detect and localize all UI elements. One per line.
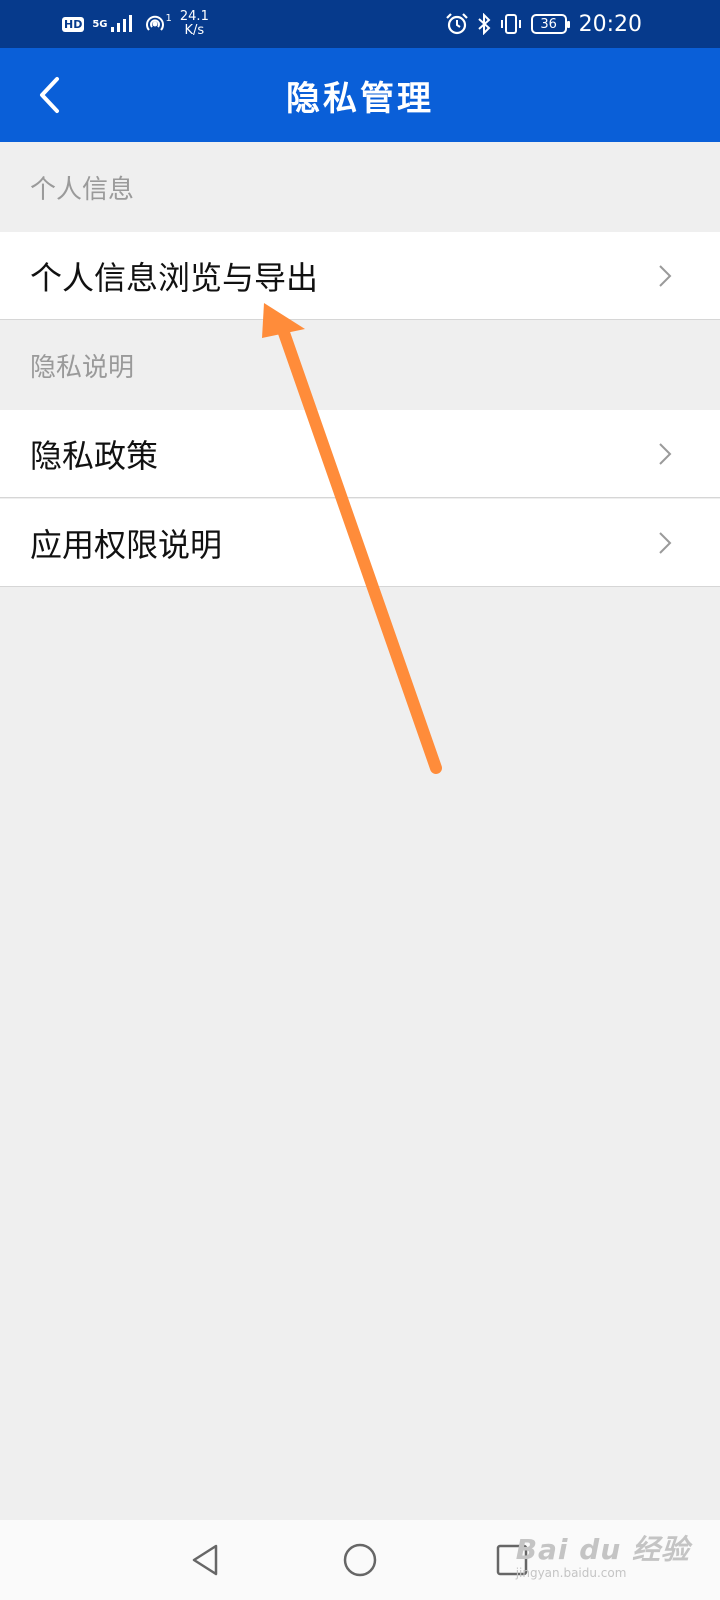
section-header-personal-info: 个人信息 <box>30 174 135 205</box>
chevron-right-icon <box>659 532 672 554</box>
nav-home-button[interactable] <box>338 1538 382 1582</box>
signal-bars-icon <box>110 15 132 32</box>
page-title: 隐私管理 <box>286 78 434 119</box>
circle-home-icon <box>343 1543 377 1577</box>
network-type-label: 5G <box>92 18 108 30</box>
network-speed: 24.1 K/s <box>180 10 209 38</box>
hd-icon: HD <box>62 16 85 32</box>
speed-value: 24.1 <box>179 9 209 24</box>
status-right: 36 20:20 <box>445 12 642 37</box>
status-left: HD 5G 1 24.1 K/s <box>62 10 209 38</box>
row-label: 隐私政策 <box>30 436 159 475</box>
triangle-back-icon <box>192 1544 218 1576</box>
row-app-permissions[interactable]: 应用权限说明 <box>0 499 720 587</box>
alarm-icon <box>445 13 469 35</box>
hotspot-icon: 1 <box>144 13 172 35</box>
nav-back-button[interactable] <box>184 1538 228 1582</box>
back-arrow-icon <box>40 77 59 113</box>
bluetooth-icon <box>477 13 491 35</box>
watermark-main: Bai du 经验 <box>515 1533 690 1566</box>
watermark-sub: jingyan.baidu.com <box>515 1566 627 1580</box>
back-button[interactable] <box>24 70 74 120</box>
app-bar: 隐私管理 <box>0 48 720 142</box>
status-bar: HD 5G 1 24.1 K/s 36 20:20 <box>0 0 720 48</box>
baidu-jingyan-watermark: Bai du 经验 jingyan.baidu.com <box>516 1528 690 1580</box>
signal-5g-icon: 5G <box>92 15 135 33</box>
row-label: 应用权限说明 <box>30 525 223 564</box>
row-privacy-policy[interactable]: 隐私政策 <box>0 410 720 498</box>
section-header-privacy-notes: 隐私说明 <box>30 352 135 383</box>
chevron-right-icon <box>659 443 672 465</box>
vibrate-icon <box>499 13 523 35</box>
chevron-right-icon <box>659 265 672 287</box>
row-personal-info-export[interactable]: 个人信息浏览与导出 <box>0 232 720 320</box>
clock: 20:20 <box>578 11 642 37</box>
battery-icon: 36 <box>530 14 570 34</box>
speed-unit: K/s <box>184 23 205 38</box>
row-label: 个人信息浏览与导出 <box>30 258 319 297</box>
hotspot-count: 1 <box>165 13 172 24</box>
